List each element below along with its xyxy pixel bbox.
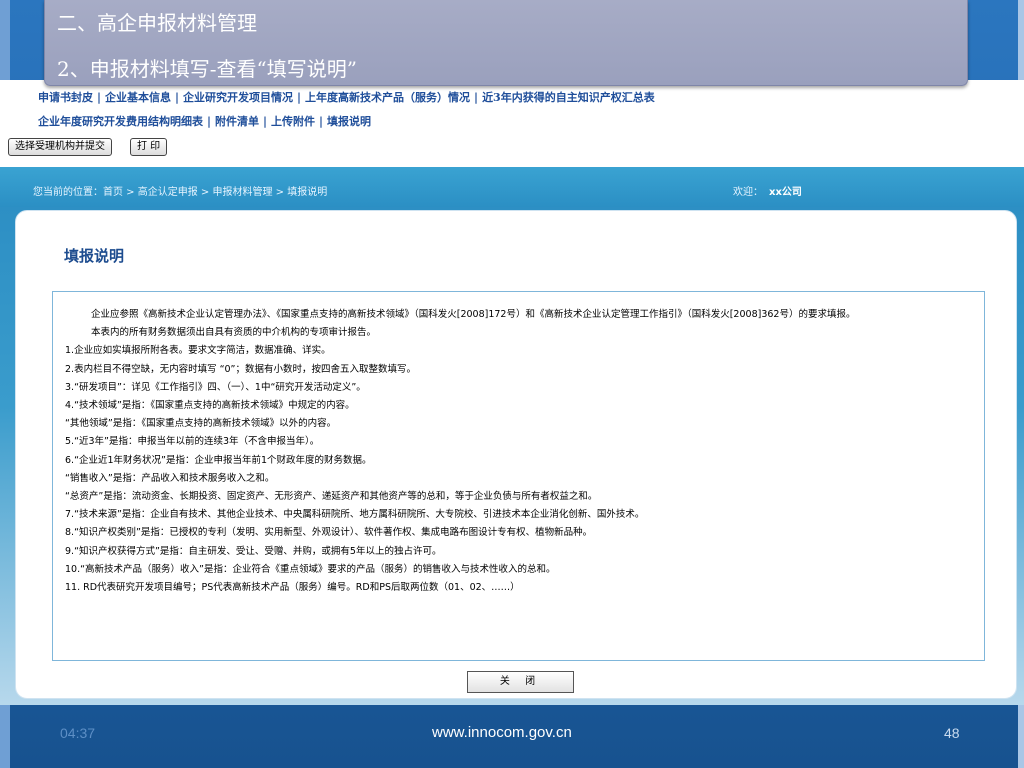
footer-url: www.innocom.gov.cn — [432, 724, 572, 741]
note-item: 6.“企业近1年财务状况”是指：企业申报当年前1个财政年度的财务数据。 — [65, 454, 372, 466]
nav-link-rd-expense-table[interactable]: 企业年度研究开发费用结构明细表 — [38, 115, 203, 128]
slide-subtitle: 2、申报材料填写-查看“填写说明” — [57, 57, 357, 81]
note-item: 3.“研发项目”：详见《工作指引》四、（一）、1中“研究开发活动定义”。 — [65, 381, 366, 393]
instructions-panel: 填报说明 企业应参照《高新技术企业认定管理办法》、《国家重点支持的高新技术领域》… — [15, 210, 1017, 699]
note-item: 11. RD代表研究开发项目编号；PS代表高新技术产品（服务）编号。RD和PS后… — [65, 582, 520, 594]
note-item: 5.“近3年”是指：申报当年以前的连续3年（不含申报当年）。 — [65, 436, 320, 448]
nav-row-1: 申请书封皮 | 企业基本信息 | 企业研究开发项目情况 | 上年度高新技术产品（服务）情况 |… — [38, 91, 655, 104]
location-bar: 您当前的位置：首页 > 高企认定申报 > 申报材料管理 > 填报说明 欢迎： xx… — [0, 167, 1024, 207]
nav-link-upload-attachment[interactable]: 上传附件 — [271, 115, 315, 128]
note-paragraph: 本表内的所有财务数据须出自具有资质的中介机构的专项审计报告。 — [91, 327, 377, 339]
welcome-text: 欢迎： xx公司 — [733, 183, 802, 198]
instructions-box: 企业应参照《高新技术企业认定管理办法》、《国家重点支持的高新技术领域》（国科发火… — [52, 291, 985, 661]
page-number: 48 — [944, 725, 960, 741]
print-button[interactable]: 打 印 — [130, 138, 168, 156]
note-item: 1.企业应如实填报所附各表。要求文字简洁，数据准确、详实。 — [65, 345, 331, 357]
welcome-label: 欢迎： — [733, 187, 763, 198]
nav-link-attachment-list[interactable]: 附件清单 — [215, 115, 259, 128]
content-area: 填报说明 企业应参照《高新技术企业认定管理办法》、《国家重点支持的高新技术领域》… — [0, 207, 1024, 705]
nav-link-cover[interactable]: 申请书封皮 — [38, 91, 93, 104]
note-item: “总资产”是指：流动资金、长期投资、固定资产、无形资产、递延资产和其他资产等的总… — [65, 491, 598, 503]
slide-title-box: 二、高企申报材料管理 2、申报材料填写-查看“填写说明” — [44, 0, 968, 86]
breadcrumb: 您当前的位置：首页 > 高企认定申报 > 申报材料管理 > 填报说明 — [33, 187, 328, 198]
nav-row-2: 企业年度研究开发费用结构明细表 | 附件清单 | 上传附件 | 填报说明 — [38, 115, 372, 128]
note-paragraph: 企业应参照《高新技术企业认定管理办法》、《国家重点支持的高新技术领域》（国科发火… — [91, 309, 856, 320]
note-item: 8.“知识产权类别”是指：已授权的专利（发明、实用新型、外观设计）、软件著作权、… — [65, 527, 593, 539]
nav-link-rd-projects[interactable]: 企业研究开发项目情况 — [183, 91, 293, 104]
toolbar: 选择受理机构并提交 打 印 — [8, 138, 168, 158]
close-button[interactable]: 关 闭 — [467, 671, 574, 693]
footer-time: 04:37 — [60, 725, 96, 741]
nav-link-instructions[interactable]: 填报说明 — [327, 115, 371, 128]
company-name: xx公司 — [769, 187, 802, 198]
page-title: 填报说明 — [64, 247, 125, 265]
note-item: 2.表内栏目不得空缺，无内容时填写 “0”；数据有小数时，按四舍五入取整数填写。 — [65, 363, 416, 375]
nav-link-hightech-products[interactable]: 上年度高新技术产品（服务）情况 — [305, 91, 470, 104]
slide-title: 二、高企申报材料管理 — [57, 11, 257, 35]
submit-to-agency-button[interactable]: 选择受理机构并提交 — [8, 138, 112, 156]
nav-link-ip-summary[interactable]: 近3年内获得的自主知识产权汇总表 — [482, 91, 655, 104]
note-item: 7.“技术来源”是指：企业自有技术、其他企业技术、中央属科研院所、地方属科研院所… — [65, 509, 645, 521]
nav-link-basic-info[interactable]: 企业基本信息 — [105, 91, 171, 104]
form-navigation: 申请书封皮 | 企业基本信息 | 企业研究开发项目情况 | 上年度高新技术产品（服务）情况 |… — [0, 80, 1024, 160]
application-screenshot: 申请书封皮 | 企业基本信息 | 企业研究开发项目情况 | 上年度高新技术产品（服务）情况 |… — [0, 80, 1024, 705]
note-item: 10.“高新技术产品（服务）收入”是指：企业符合《重点领域》要求的产品（服务）的… — [65, 563, 556, 575]
note-item: “销售收入”是指：产品收入和技术服务收入之和。 — [65, 472, 275, 484]
note-item: 4.“技术领域”是指：《国家重点支持的高新技术领域》中规定的内容。 — [65, 400, 355, 412]
note-item: “其他领域”是指：《国家重点支持的高新技术领域》以外的内容。 — [65, 418, 337, 430]
note-item: 9.“知识产权获得方式”是指：自主研发、受让、受赠、并购，或拥有5年以上的独占许… — [65, 545, 442, 557]
